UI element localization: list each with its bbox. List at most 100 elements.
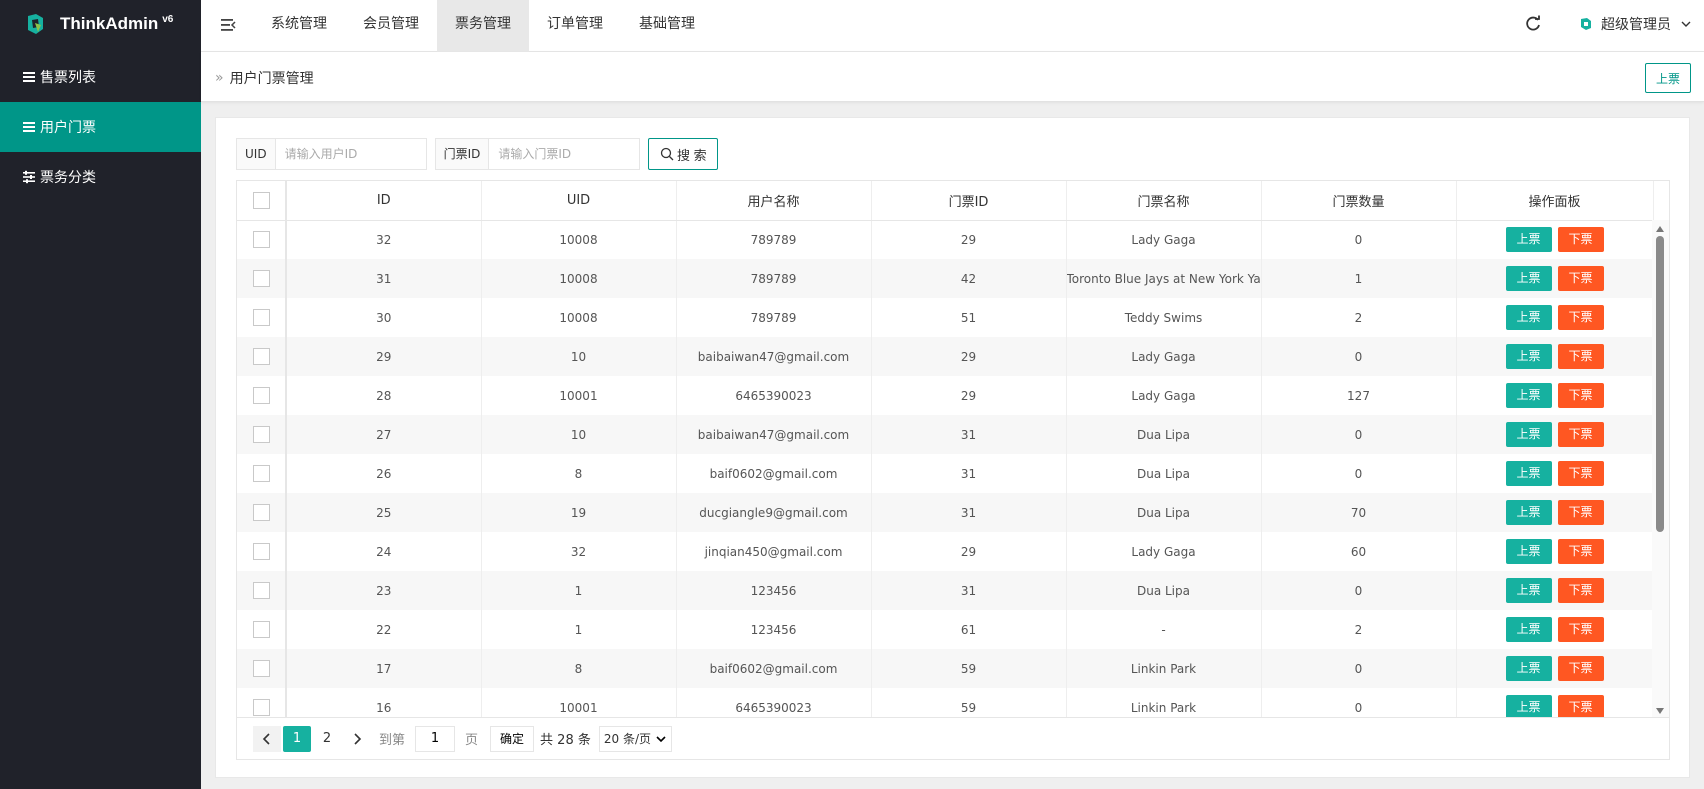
- cell-uid: 32: [481, 532, 677, 571]
- ticket-up-button[interactable]: 上票: [1505, 344, 1552, 369]
- tab-system[interactable]: 系统管理: [253, 0, 345, 52]
- row-checkbox[interactable]: [252, 465, 270, 482]
- page-size-select[interactable]: 20 条/页: [598, 725, 672, 752]
- table-row: 30 10008 789789 51 Teddy Swims 2 上票 下票: [237, 298, 1654, 337]
- cell-id: 26: [286, 454, 482, 493]
- table-row: 27 10 baibaiwan47@gmail.com 31 Dua Lipa 0 上票 下票: [237, 415, 1654, 454]
- ticket-up-button[interactable]: 上票: [1505, 656, 1552, 681]
- column-header[interactable]: 门票名称: [1066, 181, 1262, 221]
- ticket-up-button[interactable]: 上票: [1505, 383, 1552, 408]
- select-all-checkbox[interactable]: [252, 191, 270, 209]
- scroll-down-icon[interactable]: [1656, 708, 1664, 714]
- cell-ticket-name: Lady Gaga: [1066, 376, 1262, 415]
- row-checkbox[interactable]: [252, 309, 270, 326]
- ticket-up-button[interactable]: 上票: [1505, 422, 1552, 447]
- page-button-current[interactable]: 1: [283, 725, 311, 752]
- row-checkbox[interactable]: [252, 231, 270, 249]
- row-checkbox[interactable]: [252, 543, 270, 560]
- sidebar-item-ticket-list[interactable]: 售票列表: [0, 52, 201, 102]
- ticket-down-button[interactable]: 下票: [1557, 578, 1604, 603]
- tab-basic[interactable]: 基础管理: [621, 0, 713, 52]
- row-checkbox[interactable]: [252, 699, 270, 716]
- ticket-down-button[interactable]: 下票: [1557, 500, 1604, 525]
- breadcrumb: » 用户门票管理: [215, 68, 314, 88]
- user-name: 超级管理员: [1601, 17, 1671, 33]
- row-checkbox[interactable]: [252, 387, 270, 404]
- add-ticket-button[interactable]: 上票: [1645, 63, 1691, 93]
- cell-ticket-name: Lady Gaga: [1066, 337, 1262, 376]
- column-header[interactable]: UID: [481, 181, 677, 221]
- row-checkbox-cell: [237, 376, 287, 415]
- next-page-button[interactable]: [343, 726, 371, 752]
- column-header[interactable]: 门票数量: [1261, 181, 1457, 221]
- search-icon: [660, 147, 674, 161]
- column-header[interactable]: 门票ID: [871, 181, 1067, 221]
- cell-username: 123456: [676, 610, 872, 649]
- uid-search-group: UID: [236, 138, 427, 170]
- cell-ticket-count: 2: [1261, 298, 1457, 337]
- page-button[interactable]: 2: [313, 726, 341, 752]
- sidebar-item-user-tickets[interactable]: 用户门票: [0, 102, 201, 152]
- row-checkbox[interactable]: [252, 426, 270, 443]
- cell-ticket-id: 29: [871, 337, 1067, 376]
- ticket-down-button[interactable]: 下票: [1557, 539, 1604, 564]
- tab-members[interactable]: 会员管理: [345, 0, 437, 52]
- row-checkbox[interactable]: [252, 660, 270, 677]
- sidebar-item-ticket-category[interactable]: 票务分类: [0, 152, 201, 202]
- column-header[interactable]: ID: [286, 181, 482, 221]
- ticket-up-button[interactable]: 上票: [1505, 617, 1552, 642]
- row-checkbox[interactable]: [252, 504, 270, 521]
- ticket-down-button[interactable]: 下票: [1557, 305, 1604, 330]
- ticket-down-button[interactable]: 下票: [1557, 383, 1604, 408]
- column-header[interactable]: 用户名称: [676, 181, 872, 221]
- row-checkbox[interactable]: [252, 582, 270, 599]
- table-row: 29 10 baibaiwan47@gmail.com 29 Lady Gaga 0 上票下…: [237, 337, 1654, 376]
- prev-page-button[interactable]: [253, 725, 281, 752]
- search-button[interactable]: 搜 索: [648, 138, 719, 170]
- pagination: 1 2 到第 页 确定 共 28 条 20 条/页: [237, 717, 1669, 759]
- search-form: UID 门票ID 搜 索: [236, 138, 719, 170]
- ticket-down-button[interactable]: 下票: [1557, 422, 1604, 447]
- table-scrollbar[interactable]: [1652, 220, 1669, 720]
- row-checkbox-cell: [237, 259, 287, 298]
- user-menu[interactable]: 超级管理员: [1579, 14, 1693, 34]
- scrollbar-thumb[interactable]: [1656, 236, 1664, 532]
- cell-username: 789789: [676, 220, 872, 259]
- sidebar: ThinkAdmin v6 售票列表 用户门票 票务分类: [0, 0, 201, 789]
- menu-toggle-icon[interactable]: [219, 16, 237, 34]
- uid-input[interactable]: [275, 139, 426, 169]
- row-checkbox[interactable]: [252, 270, 270, 287]
- tab-tickets[interactable]: 票务管理: [437, 0, 529, 52]
- cell-ticket-count: 0: [1261, 415, 1457, 454]
- goto-page-input[interactable]: [415, 725, 456, 752]
- refresh-icon[interactable]: [1524, 15, 1542, 33]
- scroll-up-icon[interactable]: [1656, 226, 1664, 232]
- ticket-down-button[interactable]: 下票: [1557, 344, 1604, 369]
- ticket-down-button[interactable]: 下票: [1557, 266, 1604, 291]
- cell-id: 29: [286, 337, 482, 376]
- ticket-up-button[interactable]: 上票: [1505, 500, 1552, 525]
- ticket-down-button[interactable]: 下票: [1557, 617, 1604, 642]
- row-checkbox[interactable]: [252, 348, 270, 365]
- ticket-up-button[interactable]: 上票: [1505, 461, 1552, 486]
- tab-orders[interactable]: 订单管理: [529, 0, 621, 52]
- row-checkbox[interactable]: [252, 621, 270, 638]
- ticket-down-button[interactable]: 下票: [1557, 656, 1604, 681]
- breadcrumb-bar: » 用户门票管理 上票: [201, 52, 1704, 102]
- ticket-up-button[interactable]: 上票: [1505, 539, 1552, 564]
- ticket-down-button[interactable]: 下票: [1557, 461, 1604, 486]
- logo[interactable]: ThinkAdmin v6: [0, 0, 201, 48]
- ticket-up-button[interactable]: 上票: [1505, 305, 1552, 330]
- ticket-up-button[interactable]: 上票: [1505, 266, 1552, 291]
- cell-ticket-count: 0: [1261, 454, 1457, 493]
- chevron-down-icon: [656, 735, 666, 742]
- cell-username: baif0602@gmail.com: [676, 454, 872, 493]
- ticket-up-button[interactable]: 上票: [1505, 227, 1552, 253]
- ticket-down-button[interactable]: 下票: [1557, 227, 1604, 253]
- ticket-id-input[interactable]: [489, 139, 640, 169]
- goto-confirm-button[interactable]: 确定: [490, 725, 535, 752]
- cell-ticket-count: 0: [1261, 571, 1457, 610]
- ticket-up-button[interactable]: 上票: [1505, 578, 1552, 603]
- cell-uid: 10001: [481, 376, 677, 415]
- cell-actions: 上票 下票: [1456, 454, 1654, 493]
